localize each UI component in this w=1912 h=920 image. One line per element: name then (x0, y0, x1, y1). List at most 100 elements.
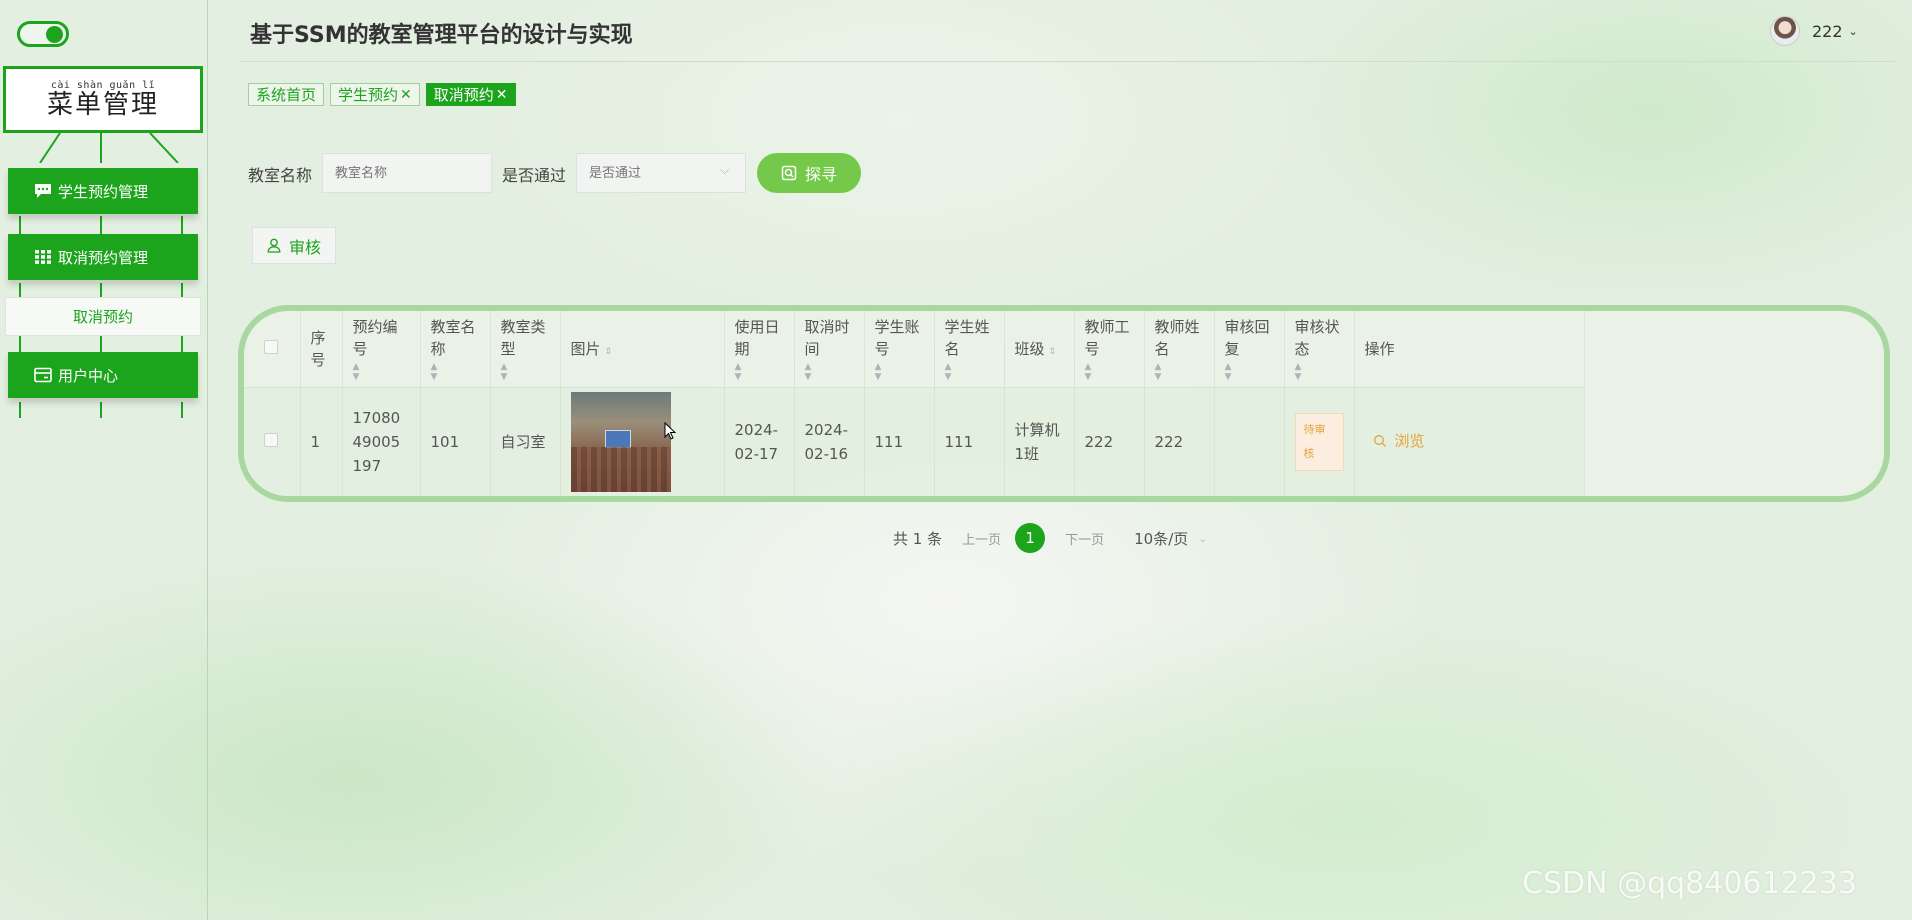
select-all-checkbox-cell (244, 311, 301, 388)
menu-guide-line (19, 216, 21, 234)
card-icon (34, 367, 52, 383)
column-header-audit-reply[interactable]: 审核回复 ▲ ▼ (1214, 311, 1285, 388)
chevron-down-icon: ⌵ (720, 163, 730, 177)
menu-guide-line (19, 402, 21, 418)
sort-icon[interactable]: ⇕ (605, 347, 613, 357)
column-header-index: 序号 (300, 311, 343, 388)
next-page-button[interactable]: 下一页 (1065, 529, 1104, 548)
row-checkbox[interactable] (264, 432, 278, 447)
view-button[interactable]: 浏览 (1373, 429, 1425, 453)
sidebar-collapse-toggle[interactable] (17, 21, 69, 47)
chevron-down-icon: ⌄ (1198, 531, 1208, 545)
cell-audit-reply (1214, 387, 1285, 496)
column-header-booking-no[interactable]: 预约编号 ▲ ▼ (342, 311, 421, 388)
sort-icon[interactable]: ▲ ▼ (353, 362, 410, 382)
page-size-select[interactable]: 10条/页 (1134, 528, 1188, 549)
sidebar-item-user-center[interactable]: 用户中心 (8, 352, 198, 398)
column-header-audit-status[interactable]: 审核状态 ▲ ▼ (1284, 311, 1355, 388)
close-icon[interactable]: ✕ (400, 87, 412, 103)
header-label: 学生账号 (874, 317, 920, 358)
sort-icon[interactable]: ▲ ▼ (1155, 362, 1204, 382)
cell-student-account: 111 (864, 387, 935, 496)
cell-cancel-time: 2024-02-16 (794, 387, 865, 496)
header-label: 审核回复 (1224, 317, 1270, 358)
toggle-knob (46, 26, 63, 43)
menu-guide-line (181, 402, 183, 418)
sort-icon[interactable]: ⇕ (1049, 347, 1057, 357)
sort-icon[interactable]: ▲ ▼ (1225, 362, 1274, 382)
column-header-student-account[interactable]: 学生账号 ▲ ▼ (864, 311, 935, 388)
menu-guide-line (100, 216, 102, 234)
header-label: 教室名称 (430, 317, 476, 358)
sort-icon[interactable]: ▲ ▼ (805, 362, 854, 382)
classroom-thumbnail[interactable] (570, 391, 671, 492)
audit-button[interactable]: 审核 (252, 227, 336, 264)
column-header-classroom-name[interactable]: 教室名称 ▲ ▼ (420, 311, 491, 388)
sidebar: cài shàn guǎn lǐ 菜单管理 学生预约管理 取消预约管理 取消预约 (0, 0, 208, 920)
cell-class: 计算机1班 (1004, 387, 1075, 496)
sort-icon[interactable]: ▲ ▼ (501, 362, 550, 382)
menu-guide-line (100, 283, 102, 297)
sidebar-item-cancel-booking[interactable]: 取消预约管理 (8, 234, 198, 280)
menu-guide-line (181, 216, 183, 234)
passed-label: 是否通过 (502, 166, 567, 185)
select-all-checkbox[interactable] (264, 339, 278, 354)
header-label: 审核状态 (1294, 317, 1340, 358)
column-header-picture[interactable]: 图片 ⇕ (560, 311, 725, 388)
user-menu[interactable]: 222 ⌄ (1770, 16, 1858, 46)
pagination-total: 共 1 条 (893, 529, 943, 548)
column-header-class[interactable]: 班级 ⇕ (1004, 311, 1075, 388)
row-checkbox-cell (244, 387, 301, 496)
chevron-down-icon: ⌄ (1848, 24, 1858, 38)
data-table: 序号 预约编号 ▲ ▼ 教室名称 ▲ ▼ 教室类型 ▲ ▼ 图片 ⇕ 使用日期 ▲ ▼ 取消时间 ▲… (238, 305, 1890, 502)
sort-icon[interactable]: ▲ ▼ (875, 362, 924, 382)
sort-icon[interactable]: ▲ ▼ (945, 362, 994, 382)
column-header-actions: 操作 (1354, 311, 1585, 388)
column-header-use-date[interactable]: 使用日期 ▲ ▼ (724, 311, 795, 388)
table-row: 1 1708049005197 101 自习室 2024-02-17 2024-… (244, 387, 1585, 496)
header-label: 使用日期 (734, 317, 780, 358)
pagination: 共 1 条 上一页 1 下一页 10条/页 ⌄ (893, 523, 1208, 553)
page-title: 基于SSM的教室管理平台的设计与实现 (250, 23, 633, 48)
view-button-label: 浏览 (1394, 431, 1425, 450)
header-label: 教师姓名 (1154, 317, 1200, 358)
tab-home[interactable]: 系统首页 (248, 83, 325, 106)
watermark: CSDN @qq840612233 (1522, 866, 1857, 901)
menu-guide-line (181, 283, 183, 297)
cell-actions: 浏览 (1354, 387, 1585, 496)
sort-icon[interactable]: ▲ ▼ (431, 362, 480, 382)
search-button[interactable]: 探寻 (757, 153, 861, 193)
sidebar-item-student-booking[interactable]: 学生预约管理 (8, 168, 198, 214)
column-header-classroom-type[interactable]: 教室类型 ▲ ▼ (490, 311, 561, 388)
column-header-teacher-name[interactable]: 教师姓名 ▲ ▼ (1144, 311, 1215, 388)
classroom-name-input[interactable] (322, 153, 492, 193)
menu-guide-line (19, 283, 21, 297)
tab-student-booking[interactable]: 学生预约 ✕ (330, 83, 420, 106)
prev-page-button[interactable]: 上一页 (962, 529, 1001, 548)
column-header-cancel-time[interactable]: 取消时间 ▲ ▼ (794, 311, 865, 388)
table: 序号 预约编号 ▲ ▼ 教室名称 ▲ ▼ 教室类型 ▲ ▼ 图片 ⇕ 使用日期 ▲ ▼ 取消时间 ▲… (244, 311, 1585, 496)
sidebar-subitem-cancel-booking[interactable]: 取消预约 (5, 297, 201, 336)
tab-label: 取消预约 (433, 86, 494, 104)
header-label: 班级 (1014, 339, 1045, 358)
cell-use-date: 2024-02-17 (724, 387, 795, 496)
user-icon (267, 238, 281, 253)
menu-guide-line (100, 402, 102, 418)
sort-icon[interactable]: ▲ ▼ (1085, 362, 1134, 382)
avatar[interactable] (1770, 16, 1800, 46)
header-label: 序号 (310, 328, 326, 369)
sidebar-item-label: 取消预约管理 (58, 248, 149, 267)
cell-teacher-no: 222 (1074, 387, 1145, 496)
sort-icon[interactable]: ▲ ▼ (1295, 362, 1344, 382)
close-icon[interactable]: ✕ (496, 87, 508, 103)
cell-teacher-name: 222 (1144, 387, 1215, 496)
column-header-teacher-no[interactable]: 教师工号 ▲ ▼ (1074, 311, 1145, 388)
cell-picture (560, 387, 725, 496)
mouse-cursor-icon (664, 422, 677, 440)
tab-bar: 系统首页 学生预约 ✕ 取消预约 ✕ (248, 83, 516, 106)
page-number-button[interactable]: 1 (1015, 523, 1046, 553)
header-label: 取消时间 (804, 317, 850, 358)
sort-icon[interactable]: ▲ ▼ (735, 362, 784, 382)
column-header-student-name[interactable]: 学生姓名 ▲ ▼ (934, 311, 1005, 388)
tab-cancel-booking[interactable]: 取消预约 ✕ (425, 83, 516, 106)
